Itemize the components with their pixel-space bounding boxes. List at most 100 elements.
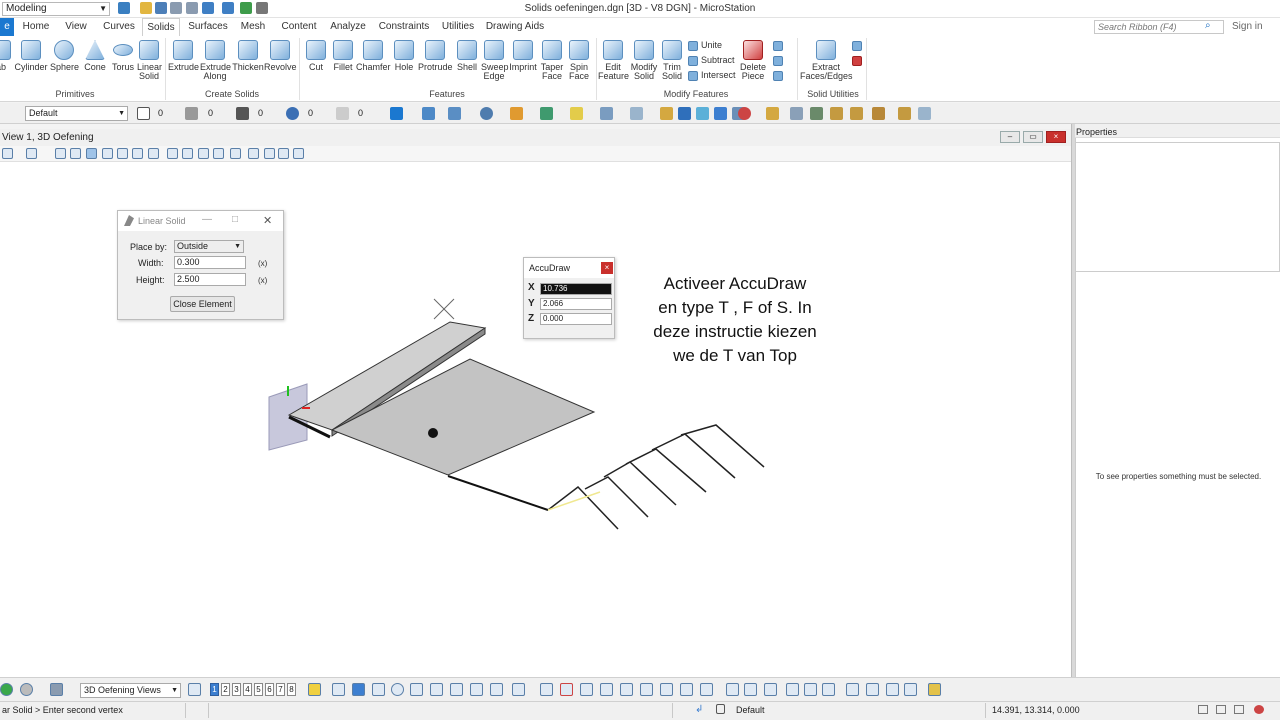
snap-angle-icon[interactable] [620, 683, 633, 696]
file-tab[interactable]: e [0, 18, 14, 36]
maximize-icon[interactable]: □ [232, 214, 238, 225]
play-icon[interactable] [0, 683, 13, 696]
view-8-button[interactable]: 8 [287, 683, 296, 696]
model-icon[interactable] [50, 683, 63, 696]
template-icon[interactable] [422, 107, 435, 120]
model-icon[interactable] [696, 107, 709, 120]
walk-icon[interactable] [167, 148, 178, 159]
tab-view[interactable]: View [60, 18, 92, 36]
height-input[interactable]: 2.500 [174, 273, 246, 286]
line-style-icon[interactable] [185, 107, 198, 120]
snap-off-icon[interactable] [560, 683, 573, 696]
imprint-button[interactable]: Imprint [508, 40, 538, 72]
class-icon[interactable] [336, 107, 349, 120]
place-by-select[interactable]: Outside ▼ [174, 240, 244, 253]
display-tool-f-icon[interactable] [822, 683, 835, 696]
z-input[interactable]: 0.000 [540, 313, 612, 325]
solid-tool-c-button[interactable] [773, 70, 786, 81]
subtract-button[interactable]: Subtract [688, 55, 735, 66]
sign-in-link[interactable]: Sign in [1232, 21, 1263, 32]
snap-midpoint-icon[interactable] [372, 683, 385, 696]
close-icon[interactable]: ✕ [263, 214, 272, 227]
extract-faces-edges-button[interactable]: Extract Faces/Edges [800, 40, 853, 81]
display-tool-e-icon[interactable] [804, 683, 817, 696]
window-area-icon[interactable] [102, 148, 113, 159]
close-icon[interactable]: × [1046, 131, 1066, 143]
sweep-edge-button[interactable]: Sweep Edge [481, 40, 509, 81]
display-tool-a-icon[interactable] [726, 683, 739, 696]
snap-center-icon[interactable] [391, 683, 404, 696]
snap-parallel-icon[interactable] [512, 683, 525, 696]
alert-icon[interactable] [1254, 705, 1264, 714]
display-settings-icon[interactable] [26, 148, 37, 159]
view-6-button[interactable]: 6 [265, 683, 274, 696]
view-next-icon[interactable] [198, 148, 209, 159]
display-tool-c-icon[interactable] [764, 683, 777, 696]
slab-button[interactable]: ab [0, 40, 12, 72]
snap-icon[interactable] [600, 107, 613, 120]
reference-icon[interactable] [714, 107, 727, 120]
tab-solids[interactable]: Solids [142, 18, 180, 36]
snap-intersection-icon[interactable] [450, 683, 463, 696]
extrude-along-button[interactable]: Extrude Along [200, 40, 231, 81]
line-weight-icon[interactable] [236, 107, 249, 120]
search-tool-icon[interactable] [660, 107, 673, 120]
utility-b-button[interactable] [852, 55, 865, 66]
utility-a-button[interactable] [852, 40, 865, 51]
view-5-button[interactable]: 5 [254, 683, 263, 696]
snap-grid-icon[interactable] [640, 683, 653, 696]
protrude-button[interactable]: Protrude [418, 40, 453, 72]
tab-home[interactable]: Home [18, 18, 54, 36]
save-status-icon[interactable] [1234, 705, 1244, 714]
next-icon[interactable] [20, 683, 33, 696]
snap-tangent-icon[interactable] [470, 683, 483, 696]
saved-views-icon[interactable] [293, 148, 304, 159]
color-icon[interactable] [137, 107, 150, 120]
solid-tool-a-button[interactable] [773, 40, 786, 51]
fit-view-icon[interactable] [117, 148, 128, 159]
measure-icon[interactable] [630, 107, 643, 120]
brush-icon[interactable] [850, 107, 863, 120]
tab-drawing-aids[interactable]: Drawing Aids [484, 18, 546, 36]
keyin-icon[interactable]: ↲ [695, 704, 703, 715]
shell-button[interactable]: Shell [455, 40, 479, 72]
view-3-button[interactable]: 3 [232, 683, 241, 696]
camera-icon[interactable] [264, 148, 275, 159]
materials-icon[interactable] [540, 107, 553, 120]
display-tool-d-icon[interactable] [786, 683, 799, 696]
lighting-icon[interactable] [510, 107, 523, 120]
trim-solid-button[interactable]: Trim Solid [660, 40, 684, 81]
update-view-icon[interactable] [55, 148, 66, 159]
model-status-icon[interactable] [1198, 705, 1208, 714]
height-lock-icon[interactable]: (x) [258, 276, 267, 285]
lock-icon[interactable] [716, 704, 725, 714]
snap-keypoint-icon[interactable] [352, 683, 365, 696]
view-2-button[interactable]: 2 [221, 683, 230, 696]
minimize-icon[interactable]: — [202, 214, 212, 225]
palette-2-icon[interactable] [898, 107, 911, 120]
display-style-icon[interactable] [448, 107, 461, 120]
render-icon[interactable] [480, 107, 493, 120]
view-7-button[interactable]: 7 [276, 683, 285, 696]
cone-button[interactable]: Cone [82, 40, 108, 72]
stop-icon[interactable] [738, 107, 751, 120]
zoom-in-icon[interactable] [70, 148, 81, 159]
chamfer-button[interactable]: Chamfer [356, 40, 391, 72]
zoom-out-icon[interactable] [86, 148, 97, 159]
fill-icon[interactable] [918, 107, 931, 120]
tab-content[interactable]: Content [278, 18, 320, 36]
tab-constraints[interactable]: Constraints [377, 18, 431, 36]
view-attributes-icon[interactable] [2, 148, 13, 159]
torus-button[interactable]: Torus [110, 40, 136, 72]
snap-origin-icon[interactable] [410, 683, 423, 696]
x-input[interactable]: 10.736 [540, 283, 612, 295]
view-previous-icon[interactable] [182, 148, 193, 159]
view-1-button[interactable]: 1 [210, 683, 219, 696]
solid-tool-b-button[interactable] [773, 55, 786, 66]
snap-center-line-icon[interactable] [660, 683, 673, 696]
thicken-button[interactable]: Thicken [231, 40, 265, 72]
display-tool-g-icon[interactable] [846, 683, 859, 696]
hatch-icon[interactable] [570, 107, 583, 120]
restore-icon[interactable]: ▭ [1023, 131, 1043, 143]
snap-bisector-icon[interactable] [430, 683, 443, 696]
